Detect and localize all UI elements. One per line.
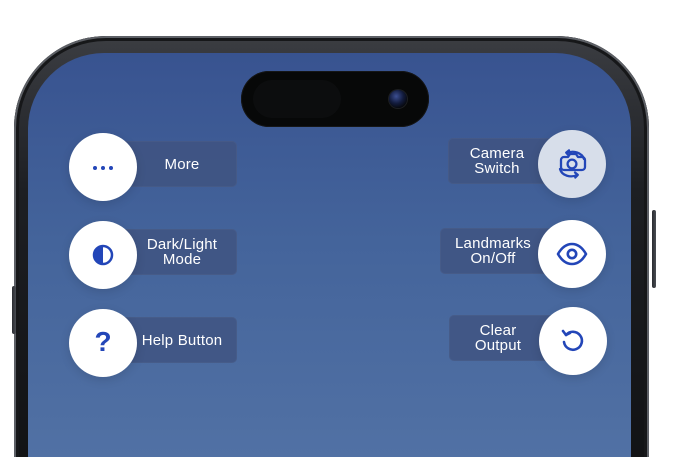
clear-output-control[interactable]: Clear Output xyxy=(447,307,607,375)
dynamic-island xyxy=(241,71,429,127)
side-button xyxy=(652,210,656,288)
question-icon: ? xyxy=(94,326,112,357)
reset-icon xyxy=(561,329,584,352)
front-camera-icon xyxy=(389,90,407,108)
dark-light-mode-button[interactable] xyxy=(69,221,137,289)
help-button[interactable]: ? xyxy=(69,309,137,377)
sensor-area xyxy=(253,80,341,118)
eye-icon xyxy=(556,242,588,266)
help-control[interactable]: Help Button ? xyxy=(69,309,237,377)
more-icon xyxy=(93,166,113,170)
landmarks-button[interactable] xyxy=(538,220,606,288)
app-screenshot: More Dark/Light Mode Help Button ? Camer… xyxy=(0,0,674,457)
landmarks-control[interactable]: Landmarks On/Off xyxy=(440,220,606,288)
contrast-icon xyxy=(92,244,114,266)
camera-switch-control[interactable]: Camera Switch xyxy=(446,130,606,198)
side-button xyxy=(12,286,16,334)
camera-switch-icon xyxy=(558,149,587,179)
more-button[interactable] xyxy=(69,133,137,201)
dark-light-mode-control[interactable]: Dark/Light Mode xyxy=(69,221,237,289)
more-control[interactable]: More xyxy=(69,133,237,201)
camera-switch-button[interactable] xyxy=(538,130,606,198)
clear-output-button[interactable] xyxy=(539,307,607,375)
